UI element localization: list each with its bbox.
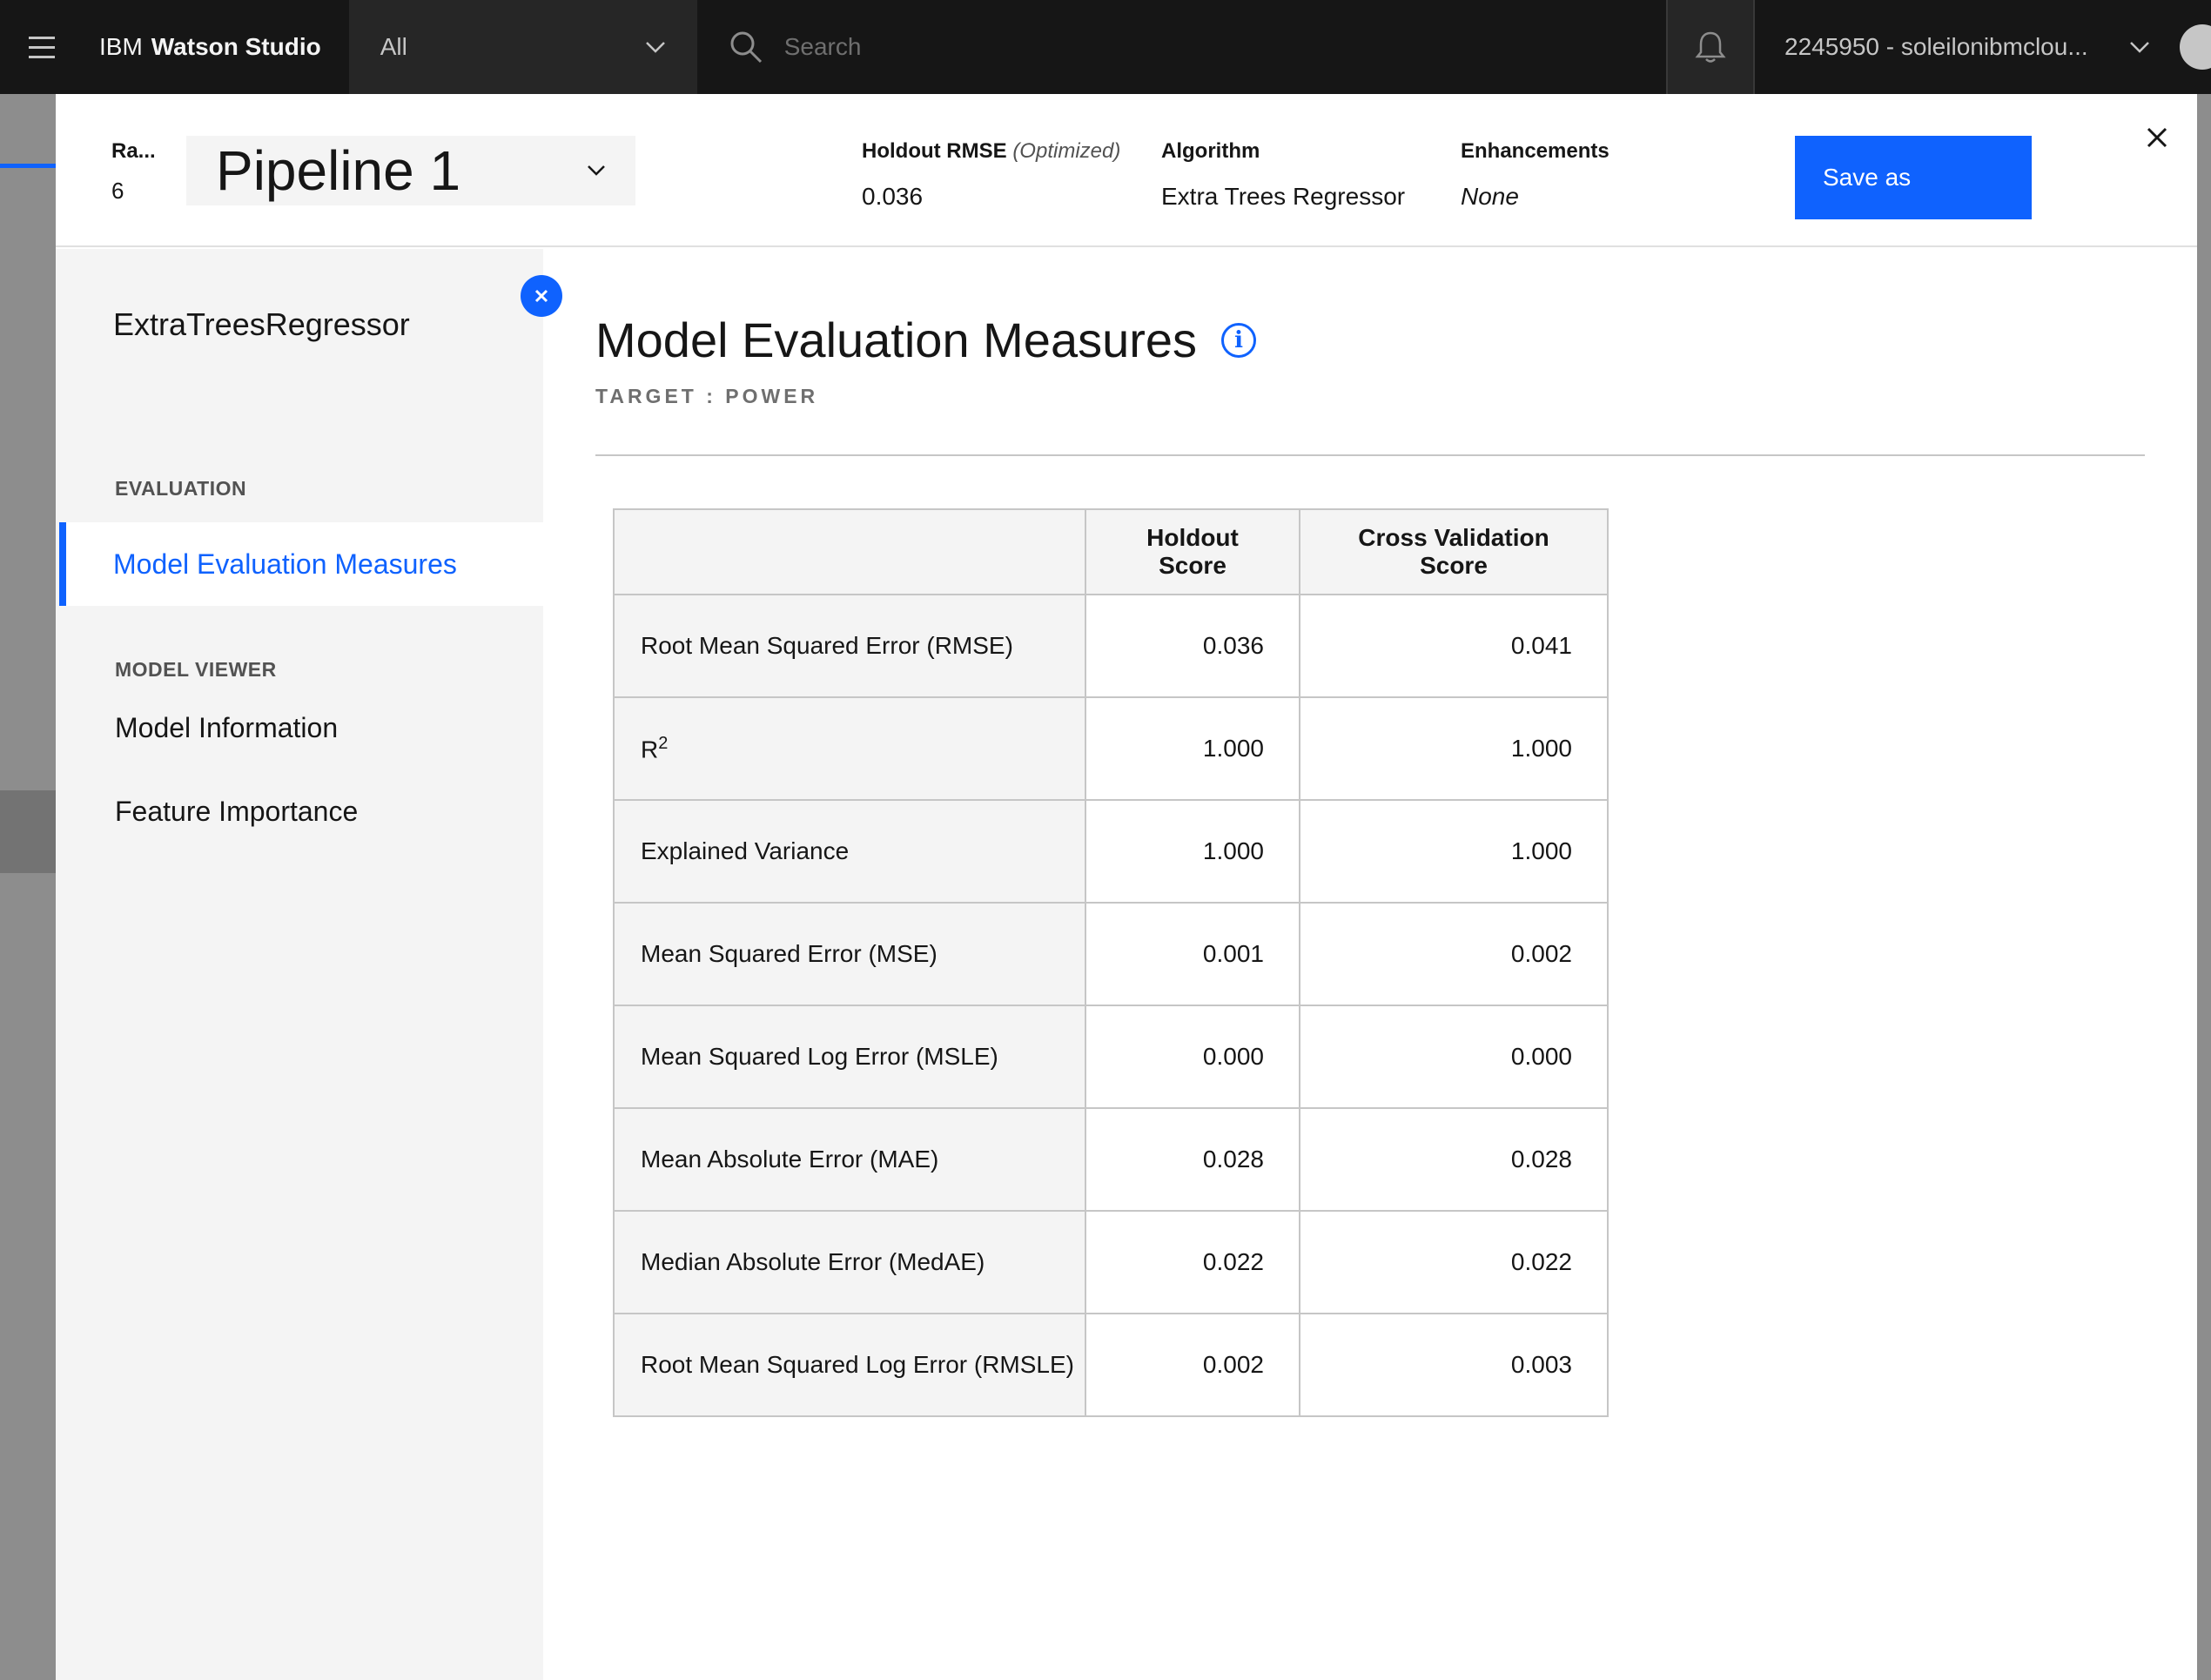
metric-name: Mean Absolute Error (MAE): [613, 1107, 1086, 1212]
menu-icon[interactable]: [0, 0, 84, 94]
chevron-down-icon: [2130, 42, 2149, 53]
search-bar[interactable]: Search: [697, 0, 1666, 94]
chevron-down-icon: [588, 165, 605, 176]
table-row: Median Absolute Error (MedAE) 0.022 0.02…: [613, 1210, 1609, 1314]
table-row: Mean Squared Log Error (MSLE) 0.000 0.00…: [613, 1005, 1609, 1109]
holdout-score: 0.001: [1085, 902, 1300, 1006]
avatar[interactable]: [2180, 24, 2211, 70]
metric-superscript: 2: [658, 733, 669, 753]
cv-score: 0.028: [1299, 1107, 1609, 1212]
close-modal-button[interactable]: [2140, 120, 2174, 155]
table-row: R2 1.000 1.000: [613, 696, 1609, 801]
info-icon[interactable]: i: [1221, 322, 1257, 358]
cv-score: 1.000: [1299, 696, 1609, 801]
cv-score: 0.000: [1299, 1005, 1609, 1109]
cv-score: 1.000: [1299, 799, 1609, 904]
metric-name-text: R: [641, 736, 659, 763]
product-brand[interactable]: IBM Watson Studio: [84, 0, 349, 94]
search-input[interactable]: Search: [784, 33, 862, 61]
search-icon: [730, 31, 762, 64]
enhancements-metric: Enhancements None: [1461, 139, 1610, 211]
pipeline-name: Pipeline 1: [216, 139, 461, 202]
cv-score: 0.002: [1299, 902, 1609, 1006]
metric-name: Median Absolute Error (MedAE): [613, 1210, 1086, 1314]
algorithm-metric: Algorithm Extra Trees Regressor: [1161, 139, 1405, 211]
scope-value: All: [380, 33, 407, 60]
close-icon: [534, 289, 548, 303]
page-title-text: Model Evaluation Measures: [595, 312, 1198, 367]
metric-name: R2: [613, 696, 1086, 801]
table-row: Explained Variance 1.000 1.000: [613, 799, 1609, 904]
holdout-rmse-label: Holdout RMSE (Optimized): [862, 139, 1120, 164]
algorithm-label: Algorithm: [1161, 139, 1260, 163]
account-name: 2245950 - soleilonibmclou...: [1784, 33, 2088, 60]
metric-name: Mean Squared Error (MSE): [613, 902, 1086, 1006]
algorithm-value: Extra Trees Regressor: [1161, 183, 1406, 210]
sidebar-item-model-evaluation-measures[interactable]: Model Evaluation Measures: [59, 522, 543, 606]
sidebar-item-feature-importance[interactable]: Feature Importance: [115, 796, 358, 828]
table-row: Root Mean Squared Log Error (RMSLE) 0.00…: [613, 1313, 1609, 1417]
brand-prefix: IBM: [99, 33, 143, 60]
table-header-blank: [613, 508, 1086, 595]
holdout-score: 0.000: [1085, 1005, 1300, 1109]
background-row: [0, 790, 56, 873]
background-page: [0, 94, 56, 1680]
optimized-note: (Optimized): [1012, 139, 1121, 163]
rank-label: Ra...: [111, 139, 156, 163]
metric-name: Root Mean Squared Log Error (RMSLE): [613, 1313, 1086, 1417]
top-navigation-bar: IBM Watson Studio All Search 2245950 - s…: [0, 0, 2211, 94]
metric-name: Explained Variance: [613, 799, 1086, 904]
table-header-cross-validation: Cross Validation Score: [1299, 508, 1609, 595]
holdout-score: 0.022: [1085, 1210, 1300, 1314]
evaluation-section-heading: EVALUATION: [115, 477, 247, 500]
modal-header: Ra... 6 Pipeline 1 Holdout RMSE (Optimiz…: [56, 94, 2197, 247]
table-row: Mean Absolute Error (MAE) 0.028 0.028: [613, 1107, 1609, 1212]
notifications-button[interactable]: [1666, 0, 1753, 94]
table-header-holdout: Holdout Score: [1085, 508, 1300, 595]
rank-value: 6: [111, 178, 124, 204]
holdout-score: 0.028: [1085, 1107, 1300, 1212]
background-tab-indicator: [0, 164, 56, 168]
holdout-score: 0.002: [1085, 1313, 1300, 1417]
details-sidebar: ExtraTreesRegressor EVALUATION Model Eva…: [56, 249, 562, 1680]
account-switcher[interactable]: 2245950 - soleilonibmclou...: [1753, 0, 2180, 94]
divider: [595, 454, 2145, 456]
cv-score: 0.022: [1299, 1210, 1609, 1314]
sidebar-title: ExtraTreesRegressor: [113, 306, 410, 342]
bell-icon: [1695, 31, 1726, 63]
table-row: Root Mean Squared Error (RMSE) 0.036 0.0…: [613, 594, 1609, 698]
cv-score: 0.041: [1299, 594, 1609, 698]
holdout-rmse-title: Holdout RMSE: [862, 139, 1007, 163]
table-row: Mean Squared Error (MSE) 0.001 0.002: [613, 902, 1609, 1006]
scope-dropdown[interactable]: All: [348, 0, 697, 94]
holdout-score: 1.000: [1085, 799, 1300, 904]
collapse-sidebar-button[interactable]: [521, 275, 562, 317]
metric-name: Mean Squared Log Error (MSLE): [613, 1005, 1086, 1109]
holdout-score: 1.000: [1085, 696, 1300, 801]
holdout-score: 0.036: [1085, 594, 1300, 698]
evaluation-measures-table: Holdout Score Cross Validation Score Roo…: [613, 508, 1609, 1417]
holdout-rmse-metric: Holdout RMSE (Optimized) 0.036: [862, 139, 1120, 211]
brand-name: Watson Studio: [151, 33, 321, 60]
pipeline-dropdown[interactable]: Pipeline 1: [186, 136, 635, 205]
page-title: Model Evaluation Measures i: [595, 312, 1257, 368]
target-label: TARGET : POWER: [595, 385, 819, 407]
metric-name: Root Mean Squared Error (RMSE): [613, 594, 1086, 698]
table-header-row: Holdout Score Cross Validation Score: [613, 508, 1609, 595]
chevron-down-icon: [645, 42, 665, 53]
enhancements-value: None: [1461, 183, 1519, 210]
holdout-rmse-value: 0.036: [862, 183, 924, 210]
model-viewer-section-heading: MODEL VIEWER: [115, 658, 277, 681]
close-icon: [2147, 127, 2167, 148]
sidebar-item-model-information[interactable]: Model Information: [115, 712, 338, 744]
pipeline-details-modal: Ra... 6 Pipeline 1 Holdout RMSE (Optimiz…: [56, 94, 2197, 1680]
save-as-button[interactable]: Save as: [1795, 136, 2032, 219]
enhancements-label: Enhancements: [1461, 139, 1610, 163]
cv-score: 0.003: [1299, 1313, 1609, 1417]
